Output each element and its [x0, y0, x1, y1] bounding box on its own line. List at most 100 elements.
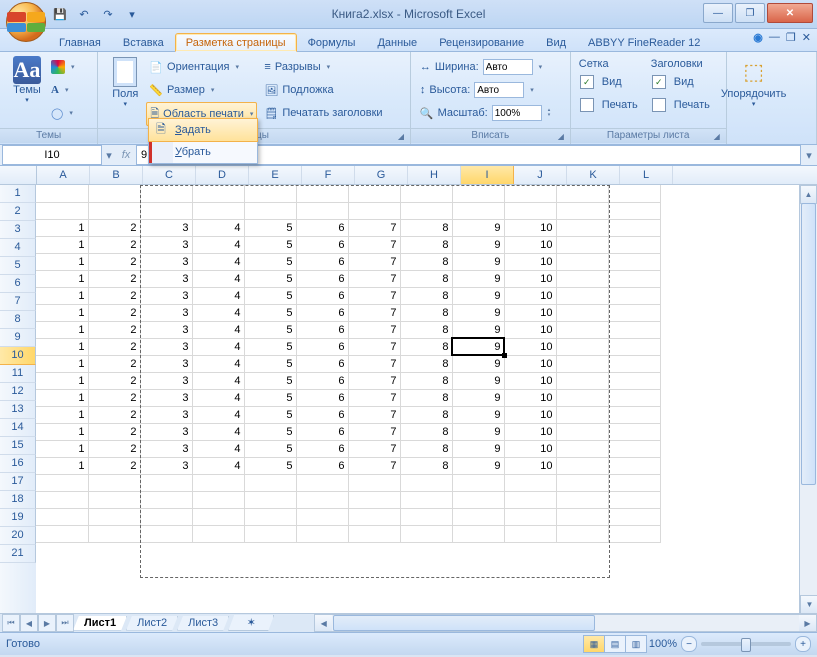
- cell[interactable]: [88, 474, 140, 491]
- column-header-C[interactable]: C: [143, 166, 196, 184]
- headings-print-checkbox[interactable]: Печать: [649, 94, 713, 116]
- cell[interactable]: 10: [504, 236, 556, 253]
- headings-view-checkbox[interactable]: ✓Вид: [649, 71, 713, 93]
- cell[interactable]: [36, 474, 88, 491]
- new-sheet-tab[interactable]: ✶: [228, 615, 274, 631]
- cell[interactable]: 5: [244, 457, 296, 474]
- cell[interactable]: [296, 185, 348, 202]
- tab-last-button[interactable]: ⏭: [56, 614, 74, 632]
- cell[interactable]: 7: [348, 287, 400, 304]
- cell[interactable]: 7: [348, 321, 400, 338]
- tab-review[interactable]: Рецензирование: [428, 33, 535, 51]
- cell[interactable]: 1: [36, 270, 88, 287]
- cell[interactable]: [400, 508, 452, 525]
- cell[interactable]: 2: [88, 423, 140, 440]
- cell[interactable]: 2: [88, 372, 140, 389]
- cell[interactable]: [244, 525, 296, 542]
- cell[interactable]: [348, 474, 400, 491]
- cell[interactable]: [36, 202, 88, 219]
- cell[interactable]: 3: [140, 440, 192, 457]
- row-header-5[interactable]: 5: [0, 257, 36, 275]
- cell[interactable]: 9: [452, 338, 504, 355]
- cell[interactable]: 5: [244, 406, 296, 423]
- cell[interactable]: 4: [192, 304, 244, 321]
- cell[interactable]: 10: [504, 355, 556, 372]
- cell[interactable]: [400, 474, 452, 491]
- arrange-button[interactable]: ⬚ Упорядочить▾: [733, 54, 775, 108]
- row-header-20[interactable]: 20: [0, 527, 36, 545]
- tab-data[interactable]: Данные: [366, 33, 428, 51]
- cell[interactable]: [556, 423, 608, 440]
- scale-input[interactable]: [492, 105, 542, 121]
- column-header-F[interactable]: F: [302, 166, 355, 184]
- cell[interactable]: 4: [192, 440, 244, 457]
- cell[interactable]: 1: [36, 219, 88, 236]
- cell[interactable]: 2: [88, 355, 140, 372]
- cell[interactable]: [244, 491, 296, 508]
- scale-launcher[interactable]: ◢: [558, 132, 568, 142]
- cell[interactable]: [400, 202, 452, 219]
- tab-next-button[interactable]: ▶: [38, 614, 56, 632]
- cell[interactable]: 3: [140, 236, 192, 253]
- cell[interactable]: 7: [348, 423, 400, 440]
- column-header-G[interactable]: G: [355, 166, 408, 184]
- tab-abbyy[interactable]: ABBYY FineReader 12: [577, 33, 711, 51]
- cell[interactable]: 4: [192, 372, 244, 389]
- cell[interactable]: [36, 491, 88, 508]
- row-header-9[interactable]: 9: [0, 329, 36, 347]
- cell[interactable]: 6: [296, 287, 348, 304]
- cell[interactable]: [348, 508, 400, 525]
- cell[interactable]: 5: [244, 236, 296, 253]
- cell[interactable]: 9: [452, 270, 504, 287]
- cell[interactable]: 7: [348, 389, 400, 406]
- cell[interactable]: [140, 525, 192, 542]
- cell[interactable]: 2: [88, 406, 140, 423]
- theme-colors-button[interactable]: ▾: [48, 56, 78, 78]
- cell[interactable]: 8: [400, 236, 452, 253]
- cell[interactable]: [556, 355, 608, 372]
- cell[interactable]: 4: [192, 236, 244, 253]
- cell[interactable]: 10: [504, 270, 556, 287]
- cell[interactable]: [556, 389, 608, 406]
- tab-page-layout[interactable]: Разметка страницы: [175, 33, 297, 52]
- tab-insert[interactable]: Вставка: [112, 33, 175, 51]
- cell[interactable]: 6: [296, 372, 348, 389]
- cell[interactable]: [556, 406, 608, 423]
- row-header-1[interactable]: 1: [0, 185, 36, 203]
- cell[interactable]: [556, 202, 608, 219]
- cell[interactable]: [504, 491, 556, 508]
- column-header-D[interactable]: D: [196, 166, 249, 184]
- row-header-6[interactable]: 6: [0, 275, 36, 293]
- row-header-8[interactable]: 8: [0, 311, 36, 329]
- cell[interactable]: [608, 423, 660, 440]
- cell[interactable]: [608, 525, 660, 542]
- tab-first-button[interactable]: ⏮: [2, 614, 20, 632]
- tab-home[interactable]: Главная: [48, 33, 112, 51]
- cell[interactable]: [556, 304, 608, 321]
- cell[interactable]: 1: [36, 321, 88, 338]
- cell[interactable]: 1: [36, 457, 88, 474]
- cell[interactable]: 2: [88, 440, 140, 457]
- cell[interactable]: [452, 508, 504, 525]
- cell[interactable]: 4: [192, 389, 244, 406]
- cell[interactable]: 4: [192, 253, 244, 270]
- print-area-set-item[interactable]: 🗎 Задать: [148, 118, 258, 142]
- cell[interactable]: 6: [296, 338, 348, 355]
- hscroll-thumb[interactable]: [333, 615, 595, 631]
- cell[interactable]: 1: [36, 304, 88, 321]
- cell[interactable]: 3: [140, 338, 192, 355]
- maximize-button[interactable]: ❐: [735, 3, 765, 23]
- view-normal-button[interactable]: ▦: [583, 635, 605, 653]
- cell[interactable]: [556, 474, 608, 491]
- cell[interactable]: 2: [88, 457, 140, 474]
- cell[interactable]: [452, 202, 504, 219]
- cell[interactable]: [556, 321, 608, 338]
- name-box-dd[interactable]: ▾: [102, 149, 116, 162]
- doc-restore-icon[interactable]: ❐: [786, 31, 796, 44]
- cell[interactable]: [348, 525, 400, 542]
- cell[interactable]: 3: [140, 372, 192, 389]
- cell[interactable]: [608, 185, 660, 202]
- cell[interactable]: [608, 474, 660, 491]
- cell[interactable]: 7: [348, 219, 400, 236]
- cell[interactable]: 9: [452, 389, 504, 406]
